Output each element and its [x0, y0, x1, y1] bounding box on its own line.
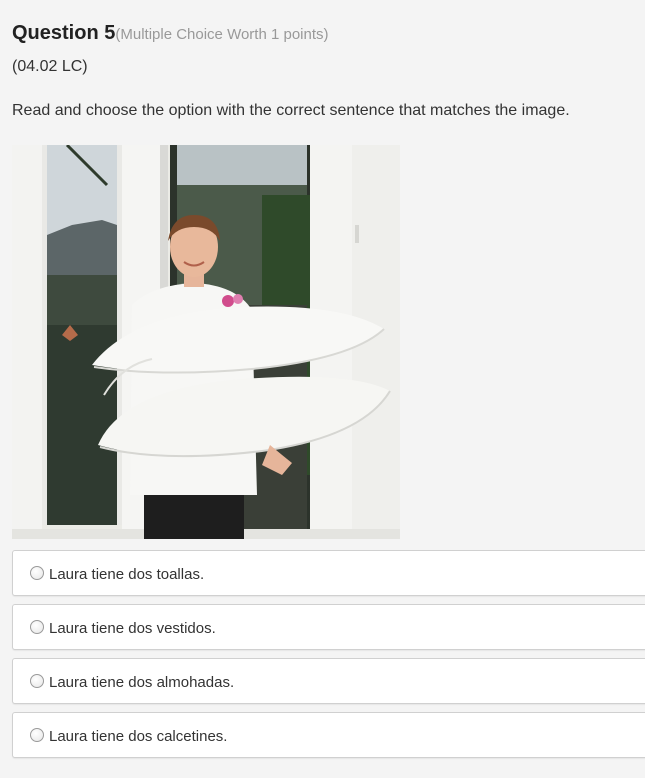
question-image [12, 145, 400, 539]
choice-label: Laura tiene dos toallas. [49, 566, 205, 583]
radio-button-icon[interactable] [30, 566, 44, 580]
choice-label: Laura tiene dos vestidos. [49, 620, 216, 637]
choice-option-3[interactable]: Laura tiene dos almohadas. [12, 658, 645, 704]
radio-button-icon[interactable] [30, 728, 44, 742]
radio-button-icon[interactable] [30, 620, 44, 634]
choice-option-1[interactable]: Laura tiene dos toallas. [12, 550, 645, 596]
choice-label: Laura tiene dos almohadas. [49, 674, 235, 691]
choice-option-4[interactable]: Laura tiene dos calcetines. [12, 712, 645, 758]
woman-holding-pillows-illustration [12, 145, 400, 539]
question-prompt: Read and choose the option with the corr… [12, 102, 570, 119]
choice-option-2[interactable]: Laura tiene dos vestidos. [12, 604, 645, 650]
choice-label: Laura tiene dos calcetines. [49, 728, 228, 745]
question-header: Question 5(Multiple Choice Worth 1 point… [12, 22, 329, 45]
question-title: Question 5 [12, 22, 116, 44]
answer-choices: Laura tiene dos toallas. Laura tiene dos… [12, 550, 645, 766]
question-code: (04.02 LC) [12, 58, 88, 75]
radio-button-icon[interactable] [30, 674, 44, 688]
question-meta: (Multiple Choice Worth 1 points) [115, 26, 329, 43]
